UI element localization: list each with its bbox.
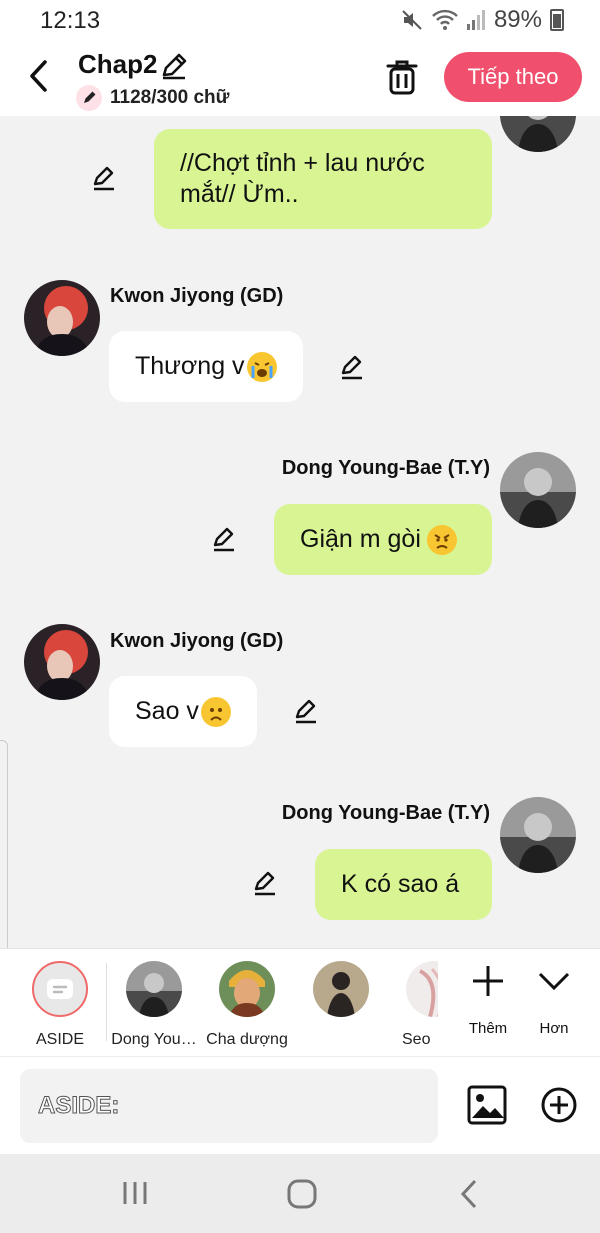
avatar-dong-young-bae[interactable] xyxy=(500,452,576,528)
message-text: Giận m gòi xyxy=(300,525,421,553)
loudly-crying-face-icon xyxy=(246,351,277,382)
message-input[interactable] xyxy=(20,1069,438,1143)
message-text: Sao v xyxy=(135,697,199,725)
character-avatar xyxy=(406,961,438,1017)
plus-icon xyxy=(473,966,503,996)
character-selector: ASIDE Dong You… Cha dượng Seo Thêm Hơn xyxy=(0,948,600,1056)
side-scroll-handle[interactable] xyxy=(0,740,8,970)
pencil-icon xyxy=(84,91,96,103)
edit-message-icon[interactable] xyxy=(338,353,366,381)
sender-name: Kwon Jiyong (GD) xyxy=(110,285,284,307)
avatar-dong-young-bae[interactable] xyxy=(500,116,576,152)
collapse-button[interactable]: Hơn xyxy=(526,963,582,1037)
status-icons: 89% xyxy=(400,6,564,34)
avatar-dong-young-bae[interactable] xyxy=(500,797,576,873)
edit-message-icon[interactable] xyxy=(90,164,118,192)
character-label: Seo xyxy=(402,1031,431,1048)
more-label: Thêm xyxy=(468,1020,508,1037)
message-bubble[interactable]: Giận m gòi xyxy=(274,504,492,575)
less-label: Hơn xyxy=(539,1020,569,1037)
character-dong-young-bae[interactable]: Dong You… xyxy=(106,961,202,1049)
character-label: Cha dượng xyxy=(206,1031,288,1048)
back-icon[interactable] xyxy=(456,1178,482,1210)
character-cha-duong[interactable]: Cha dượng xyxy=(199,961,295,1049)
message-text: //Chợt tỉnh + lau nước mắt// Ừm.. xyxy=(180,149,425,208)
message-bubble[interactable]: //Chợt tỉnh + lau nước mắt// Ừm.. xyxy=(154,129,492,229)
message-text: Thương v xyxy=(135,352,245,380)
status-bar: 12:13 89% xyxy=(0,0,600,40)
message-bubble[interactable]: Sao v xyxy=(109,676,257,747)
character-avatar xyxy=(219,961,275,1017)
add-character-button[interactable]: Thêm xyxy=(456,963,520,1037)
avatar-kwon-jiyong[interactable] xyxy=(24,280,100,356)
wifi-icon xyxy=(432,9,458,30)
signal-icon xyxy=(466,10,485,30)
sender-name: Kwon Jiyong (GD) xyxy=(110,630,284,652)
chat-area[interactable]: //Chợt tỉnh + lau nước mắt// Ừm.. Kwon J… xyxy=(0,116,600,948)
clock: 12:13 xyxy=(40,7,101,34)
character-silhouette[interactable] xyxy=(293,961,389,1031)
worried-face-icon xyxy=(200,696,231,727)
word-count: 1128/300 chữ xyxy=(110,87,230,108)
chapter-title[interactable]: Chap2 xyxy=(78,49,157,80)
battery-percent: 89% xyxy=(493,6,542,33)
composer xyxy=(0,1056,600,1154)
app-header: Chap2 1128/300 chữ Tiếp theo xyxy=(0,40,600,116)
character-avatar xyxy=(313,961,369,1017)
sender-name: Dong Young-Bae (T.Y) xyxy=(281,457,490,479)
character-seo[interactable]: Seo xyxy=(386,961,438,1049)
character-avatar xyxy=(126,961,182,1017)
edit-message-icon[interactable] xyxy=(210,525,238,553)
next-button[interactable]: Tiếp theo xyxy=(444,52,582,102)
character-label: Dong You… xyxy=(111,1031,197,1048)
recent-apps-icon[interactable] xyxy=(120,1178,150,1208)
system-nav-bar xyxy=(0,1154,600,1233)
chevron-down-icon xyxy=(538,972,570,991)
word-count-badge xyxy=(76,85,102,111)
battery-icon xyxy=(550,9,564,31)
character-label: ASIDE xyxy=(35,1031,84,1048)
message-bubble[interactable]: K có sao á xyxy=(315,849,492,920)
aside-avatar xyxy=(32,961,88,1017)
character-aside[interactable]: ASIDE xyxy=(12,961,108,1049)
image-icon[interactable] xyxy=(467,1085,507,1125)
message-bubble[interactable]: Thương v xyxy=(109,331,303,402)
note-icon xyxy=(47,979,73,999)
angry-face-icon xyxy=(426,524,457,555)
edit-message-icon[interactable] xyxy=(292,697,320,725)
message-text: K có sao á xyxy=(341,870,460,898)
mute-icon xyxy=(402,10,422,30)
sender-name: Dong Young-Bae (T.Y) xyxy=(281,802,490,824)
add-circle-icon[interactable] xyxy=(540,1086,578,1124)
back-arrow-icon[interactable] xyxy=(24,58,54,94)
trash-icon[interactable] xyxy=(384,58,420,96)
edit-message-icon[interactable] xyxy=(251,869,279,897)
avatar-kwon-jiyong[interactable] xyxy=(24,624,100,700)
home-icon[interactable] xyxy=(286,1178,318,1210)
edit-title-icon[interactable] xyxy=(158,50,190,82)
